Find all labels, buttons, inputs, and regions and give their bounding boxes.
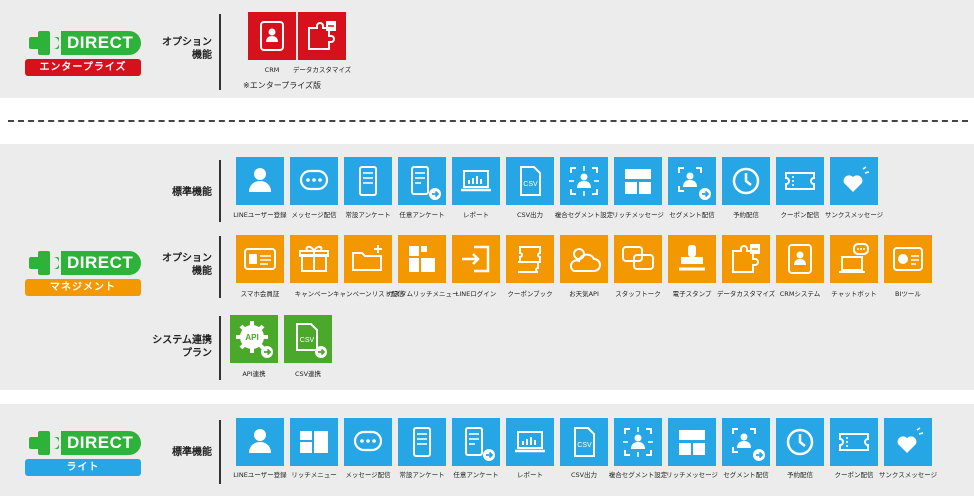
clock-icon (722, 157, 770, 205)
talk-bubbles-icon (614, 235, 662, 283)
bi-tool-icon (884, 235, 932, 283)
plus-cross-icon (29, 431, 59, 455)
feature-label: BIツール (895, 290, 921, 298)
csv-link-icon: CSV (284, 315, 332, 363)
gift-icon (290, 235, 338, 283)
svg-text:CSV: CSV (523, 181, 538, 188)
plan-badge-management: マネジメント (25, 279, 141, 296)
weather-icon (560, 235, 608, 283)
feature-label: サンクスメッセージ (878, 471, 938, 479)
chat-bubble-icon (290, 157, 338, 205)
segment-arrow-icon (722, 418, 770, 466)
heart-icon (884, 418, 932, 466)
direct-logo-enterprise: DIRECT エンタープライズ (25, 30, 141, 76)
csv-file-icon: CSV (506, 157, 554, 205)
segment-target-icon (614, 418, 662, 466)
plus-cross-icon (29, 31, 59, 55)
chat-bubble-icon (344, 418, 392, 466)
heart-icon (830, 157, 878, 205)
laptop-chart-icon (506, 418, 554, 466)
api-gear-icon: API (230, 315, 278, 363)
management-option-label: オプション 機能 (162, 253, 212, 277)
phone-checklist-icon (344, 157, 392, 205)
feature-label: データカスタマイズ (292, 66, 352, 74)
puzzle-icon (298, 12, 346, 60)
user-icon (236, 418, 284, 466)
feature-label: サンクスメッセージ (824, 211, 884, 219)
plan-badge-lite: ライト (25, 459, 141, 476)
laptop-chart-icon (452, 157, 500, 205)
enterprise-divider (219, 14, 221, 90)
management-option-divider (219, 236, 221, 298)
svg-text:API: API (245, 333, 258, 342)
phone-checklist-icon (398, 418, 446, 466)
ticket-icon (776, 157, 824, 205)
ticket-icon (830, 418, 878, 466)
member-card-icon (236, 235, 284, 283)
folder-plus-icon (344, 235, 392, 283)
enterprise-panel (0, 0, 974, 98)
logo-wordmark: DIRECT (61, 431, 141, 455)
management-standard-divider (219, 160, 221, 222)
segment-arrow-icon (668, 157, 716, 205)
plan-badge-enterprise: エンタープライズ (25, 59, 141, 76)
coupon-book-icon (506, 235, 554, 283)
stamp-icon (668, 235, 716, 283)
enterprise-option-label: オプション 機能 (162, 37, 212, 61)
clock-icon (776, 418, 824, 466)
lite-standard-label: 標準機能 (172, 447, 212, 458)
contact-card-icon (248, 12, 296, 60)
logo-wordmark: DIRECT (61, 31, 141, 55)
rich-layout-icon (614, 157, 662, 205)
management-system-label: システム連携 プラン (152, 335, 212, 359)
csv-file-icon: CSV (560, 418, 608, 466)
rich-layout-icon (668, 418, 716, 466)
dashed-divider (8, 120, 968, 122)
enterprise-note: ※エンタープライズ版 (243, 81, 321, 90)
lite-standard-divider (219, 420, 221, 484)
contact-card-icon (776, 235, 824, 283)
phone-checklist-arrow-icon (452, 418, 500, 466)
feature-label: CSV連携 (294, 370, 322, 378)
segment-target-icon (560, 157, 608, 205)
rich-menu-icon (290, 418, 338, 466)
chatbot-icon (830, 235, 878, 283)
user-icon (236, 157, 284, 205)
direct-logo-management: DIRECT マネジメント (25, 250, 141, 296)
login-icon (452, 235, 500, 283)
logo-wordmark: DIRECT (61, 251, 141, 275)
direct-logo-lite: DIRECT ライト (25, 430, 141, 476)
phone-checklist-arrow-icon (398, 157, 446, 205)
puzzle-icon (722, 235, 770, 283)
management-standard-label: 標準機能 (172, 187, 212, 198)
custom-blocks-icon (398, 235, 446, 283)
svg-text:CSV: CSV (300, 337, 315, 344)
svg-text:CSV: CSV (577, 442, 592, 449)
plus-cross-icon (29, 251, 59, 275)
